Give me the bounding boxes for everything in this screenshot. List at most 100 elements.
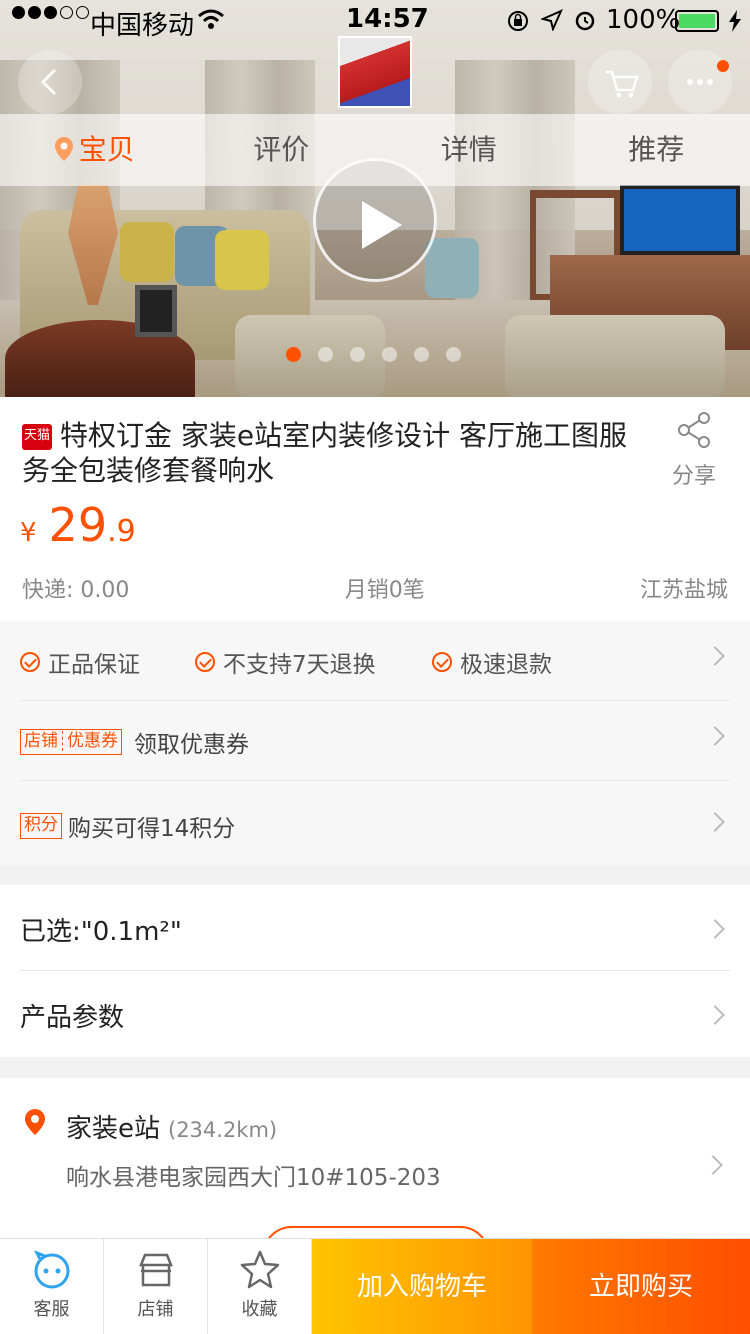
alarm-icon <box>575 11 595 31</box>
cart-button[interactable] <box>588 50 652 114</box>
service-section: 正品保证 不支持7天退换 极速退款 店铺 优惠券 领取优惠券 积分 购买可得14积… <box>0 621 750 865</box>
price-integer: 29 <box>48 498 108 552</box>
signal-dot <box>44 6 57 19</box>
notification-dot <box>717 60 729 72</box>
tab-baobei[interactable]: 宝贝 <box>0 114 188 186</box>
customer-service-label: 客服 <box>33 1299 70 1320</box>
chevron-right-icon <box>703 1155 723 1175</box>
price-currency: ¥ <box>20 518 37 548</box>
tab-details[interactable]: 详情 <box>375 114 563 186</box>
store-location[interactable]: 家装e站 (234.2km) 响水县港电家园西大门10#105-203 <box>0 1078 750 1248</box>
chevron-right-icon <box>705 919 725 939</box>
battery-percent: 100% <box>606 5 681 35</box>
map-pin-icon <box>25 1109 45 1135</box>
star-icon <box>240 1250 279 1289</box>
product-title: 特权订金 家装e站室内装修设计 客厅施工图服务全包装修套餐响水 <box>22 419 628 487</box>
signal-dot <box>60 6 73 19</box>
product-gallery[interactable] <box>0 0 750 397</box>
ship-from-location: 江苏盐城 <box>639 578 728 603</box>
coupon-tag-shop: 店铺 <box>24 731 58 751</box>
play-icon <box>362 201 402 249</box>
points-item: 积分 购买可得14积分 <box>20 809 235 843</box>
location-pin-icon <box>54 137 73 161</box>
chevron-right-icon <box>705 726 725 746</box>
hero-ottoman <box>505 315 725 397</box>
favorite-button[interactable]: 收藏 <box>208 1239 312 1334</box>
hero-pillow <box>120 222 174 282</box>
monthly-sales: 月销0笔 <box>344 578 425 603</box>
guarantee-label: 不支持7天退换 <box>223 652 376 678</box>
tab-label: 评价 <box>253 133 310 166</box>
check-circle-icon <box>20 652 40 672</box>
store-name-line: 家装e站 (234.2km) <box>66 1108 277 1145</box>
options-section: 已选:"0.1m²" 产品参数 <box>0 885 750 1057</box>
tab-recommend[interactable]: 推荐 <box>563 114 750 186</box>
shop-button[interactable]: 店铺 <box>104 1239 208 1334</box>
product-meta-row: 快递: 0.00 月销0笔 江苏盐城 <box>22 572 728 604</box>
wifi-icon <box>198 9 224 29</box>
chevron-right-icon <box>705 812 725 832</box>
guarantee-row[interactable]: 正品保证 不支持7天退换 极速退款 <box>20 621 730 701</box>
product-price: ¥29.9 <box>20 498 136 552</box>
points-row[interactable]: 积分 购买可得14积分 <box>20 781 730 861</box>
store-name: 家装e站 <box>66 1114 160 1144</box>
battery-icon <box>675 10 719 32</box>
gallery-dot <box>382 347 397 362</box>
buy-now-button[interactable]: 立即购买 <box>532 1239 750 1334</box>
status-bar: 中国移动 14:57 100% <box>0 0 750 41</box>
coupon-tag-coupon: 优惠券 <box>62 731 118 751</box>
store-distance: (234.2km) <box>168 1118 278 1142</box>
gallery-dot <box>350 347 365 362</box>
gallery-dot <box>286 347 301 362</box>
tab-reviews[interactable]: 评价 <box>188 114 376 186</box>
signal-dot <box>12 6 25 19</box>
coupon-row[interactable]: 店铺 优惠券 领取优惠券 <box>20 701 730 781</box>
share-label: 分享 <box>671 464 716 489</box>
guarantee-item: 极速退款 <box>432 645 552 679</box>
bottom-action-bar: 客服 店铺 收藏 加入购物车 立即购买 <box>0 1238 750 1334</box>
coupon-tag: 店铺 优惠券 <box>20 729 122 755</box>
carrier-name: 中国移动 <box>90 11 195 41</box>
product-detail-page: 中国移动 14:57 100% 宝贝 评价 详情 推荐 天猫 特权订金 家装e站… <box>0 0 750 1334</box>
signal-dot <box>76 6 89 19</box>
price-decimal: .9 <box>107 514 136 549</box>
rotation-lock-icon <box>508 11 528 31</box>
shop-label: 店铺 <box>137 1299 174 1320</box>
gallery-pagination <box>286 347 461 362</box>
check-circle-icon <box>195 652 215 672</box>
share-button[interactable]: 分享 <box>664 410 724 490</box>
charging-bolt-icon <box>729 10 741 32</box>
share-icon <box>678 412 710 448</box>
guarantee-item: 正品保证 <box>20 645 140 679</box>
guarantee-label: 极速退款 <box>460 652 552 678</box>
signal-strength-icon <box>12 6 92 19</box>
video-thumbnail[interactable] <box>338 36 412 108</box>
hero-pillow <box>215 230 269 290</box>
check-circle-icon <box>432 652 452 672</box>
product-params-row[interactable]: 产品参数 <box>20 971 730 1057</box>
tab-label: 推荐 <box>628 133 685 166</box>
tab-label: 宝贝 <box>78 133 135 166</box>
shop-icon <box>138 1253 173 1287</box>
clock-time: 14:57 <box>346 4 429 34</box>
hero-pillow <box>425 238 479 298</box>
location-arrow-icon <box>541 9 563 31</box>
product-params: 产品参数 <box>20 1003 125 1033</box>
back-button[interactable] <box>18 50 82 114</box>
gallery-dot <box>318 347 333 362</box>
shipping-fee: 快递: 0.00 <box>22 578 130 603</box>
signal-dot <box>28 6 41 19</box>
selected-spec-row[interactable]: 已选:"0.1m²" <box>20 885 730 971</box>
points-text: 购买可得14积分 <box>68 816 236 842</box>
coupon-text: 领取优惠券 <box>134 732 249 758</box>
add-to-cart-button[interactable]: 加入购物车 <box>312 1239 532 1334</box>
hero-photo-frame <box>135 285 177 337</box>
chevron-left-icon <box>40 68 57 96</box>
customer-service-button[interactable]: 客服 <box>0 1239 104 1334</box>
chevron-right-icon <box>705 1005 725 1025</box>
gallery-dot <box>446 347 461 362</box>
favorite-label: 收藏 <box>241 1299 278 1320</box>
guarantee-label: 正品保证 <box>48 652 140 678</box>
coupon-item: 店铺 优惠券 领取优惠券 <box>20 725 249 759</box>
tab-label: 详情 <box>440 133 497 166</box>
